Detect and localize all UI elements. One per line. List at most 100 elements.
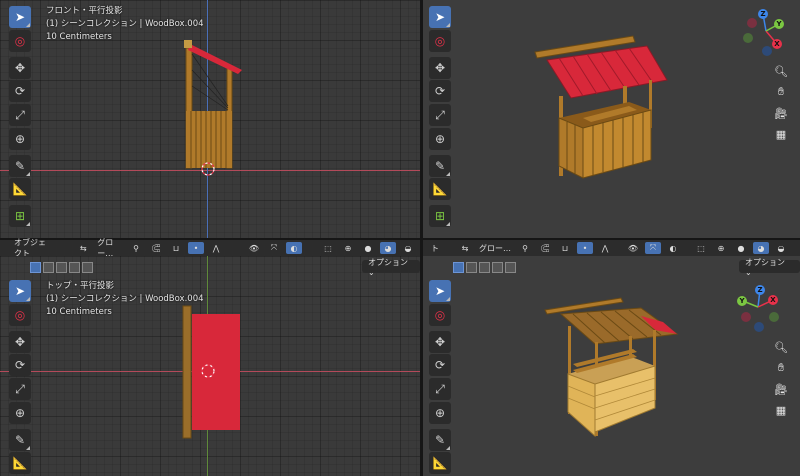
gizmo-z-axis[interactable]: Z [758, 9, 768, 19]
perspective-toggle-button[interactable]: ▦ [772, 401, 790, 419]
overlay-toggle-icon[interactable]: ◐ [286, 242, 302, 254]
camera-view-button[interactable]: 🎥︎ [772, 380, 790, 398]
proportional-edit-icon[interactable]: • [188, 242, 204, 254]
snap-target-icon[interactable]: ⊔ [168, 242, 184, 254]
measure-tool-button[interactable]: 📐 [9, 178, 31, 200]
cursor-tool-button[interactable]: ◎ [9, 304, 31, 326]
rendered-shading-icon[interactable]: ◒ [773, 242, 789, 254]
select-subtract-icon[interactable] [479, 261, 490, 273]
move-tool-button[interactable]: ✥ [9, 57, 31, 79]
annotate-tool-button[interactable]: ✎ [429, 155, 451, 177]
transform-tool-button[interactable]: ⊕ [9, 128, 31, 150]
viewport-perspective-top[interactable]: ➤ ◎ ✥ ⟳ ⤢ ⊕ ✎ 📐 ⊞ Z Y X 🔍︎ ✋︎ 🎥︎ ▦ [423, 0, 800, 238]
gizmo-y-axis[interactable]: Y [737, 296, 747, 306]
gizmo-x-axis[interactable]: X [768, 295, 778, 305]
measure-tool-button[interactable]: 📐 [429, 452, 451, 474]
navigation-gizmo[interactable]: Z Y X [741, 6, 791, 56]
snap-icon[interactable]: 🧲︎ [537, 242, 553, 254]
pan-button[interactable]: ✋︎ [772, 83, 790, 101]
scale-tool-button[interactable]: ⤢ [9, 378, 31, 400]
scale-tool-button[interactable]: ⤢ [9, 104, 31, 126]
transform-tool-button[interactable]: ⊕ [429, 402, 451, 424]
solid-shading-icon[interactable]: ● [733, 242, 749, 254]
gizmo-neg-x-axis[interactable] [741, 312, 751, 322]
select-tool-button[interactable]: ➤ [9, 280, 31, 302]
rotate-tool-button[interactable]: ⟳ [9, 354, 31, 376]
viewport-top-ortho[interactable]: オプション ⌄ トップ・平行投影 (1) シーンコレクション | WoodBox… [0, 256, 420, 476]
move-tool-button[interactable]: ✥ [429, 57, 451, 79]
pivot-icon[interactable]: ⚲ [517, 242, 533, 254]
falloff-icon[interactable]: ⋀ [208, 242, 224, 254]
annotate-tool-button[interactable]: ✎ [9, 429, 31, 451]
transform-tool-button[interactable]: ⊕ [429, 128, 451, 150]
move-tool-button[interactable]: ✥ [9, 331, 31, 353]
pan-button[interactable]: ✋︎ [772, 359, 790, 377]
gizmo-z-axis[interactable]: Z [755, 285, 765, 295]
rendered-shading-icon[interactable]: ◒ [400, 242, 416, 254]
select-tool-button[interactable]: ➤ [9, 6, 31, 28]
gizmo-y-axis[interactable]: Y [774, 19, 784, 29]
mode-dropdown[interactable]: オブジェクト [12, 238, 53, 258]
select-subtract-icon[interactable] [56, 261, 67, 273]
cursor-tool-button[interactable]: ◎ [9, 30, 31, 52]
material-shading-icon[interactable]: ◕ [380, 242, 396, 254]
select-intersect-icon[interactable] [505, 261, 516, 273]
proportional-edit-icon[interactable]: • [577, 242, 593, 254]
zoom-button[interactable]: 🔍︎ [772, 62, 790, 80]
rotate-tool-button[interactable]: ⟳ [429, 354, 451, 376]
orientation-dropdown[interactable]: グロー… [477, 242, 513, 254]
pivot-icon[interactable]: ⚲ [128, 242, 144, 254]
snap-icon[interactable]: 🧲︎ [148, 242, 164, 254]
zoom-button[interactable]: 🔍︎ [772, 338, 790, 356]
select-tool-button[interactable]: ➤ [429, 280, 451, 302]
orientation-dropdown[interactable]: グロー… [95, 238, 124, 258]
navigation-gizmo[interactable]: Z X Y [733, 282, 783, 332]
measure-tool-button[interactable]: 📐 [429, 178, 451, 200]
gizmo-neg-y-axis[interactable] [769, 312, 779, 322]
cursor-tool-button[interactable]: ◎ [429, 30, 451, 52]
move-tool-button[interactable]: ✥ [429, 331, 451, 353]
visibility-icon[interactable]: 👁︎ [625, 242, 641, 254]
measure-tool-button[interactable]: 📐 [9, 452, 31, 474]
select-extend-icon[interactable] [43, 261, 54, 273]
wireframe-shading-icon[interactable]: ⊕ [340, 242, 356, 254]
select-extend-icon[interactable] [466, 261, 477, 273]
solid-shading-icon[interactable]: ● [360, 242, 376, 254]
gizmo-toggle-icon[interactable]: ⤧ [645, 242, 661, 254]
gizmo-toggle-icon[interactable]: ⤧ [266, 242, 282, 254]
gizmo-neg-z-axis[interactable] [754, 322, 764, 332]
mode-dropdown[interactable]: ト [427, 242, 443, 254]
xray-toggle-icon[interactable]: ⬚ [693, 242, 709, 254]
snap-target-icon[interactable]: ⊔ [557, 242, 573, 254]
visibility-icon[interactable]: 👁︎ [246, 242, 262, 254]
gizmo-neg-z-axis[interactable] [762, 46, 772, 56]
cursor-tool-button[interactable]: ◎ [429, 304, 451, 326]
gizmo-x-axis[interactable]: X [772, 39, 782, 49]
material-shading-icon[interactable]: ◕ [753, 242, 769, 254]
viewport-perspective-bottom[interactable]: オプション ⌄ ➤ ◎ ✥ ⟳ ⤢ ⊕ ✎ 📐 Z X Y 🔍︎ ✋︎ 🎥︎ ▦ [423, 256, 800, 476]
scale-tool-button[interactable]: ⤢ [429, 104, 451, 126]
annotate-tool-button[interactable]: ✎ [9, 155, 31, 177]
transform-tool-button[interactable]: ⊕ [9, 402, 31, 424]
rotate-tool-button[interactable]: ⟳ [429, 80, 451, 102]
viewport-front-ortho[interactable]: フロント・平行投影 (1) シーンコレクション | WoodBox.004 10… [0, 0, 420, 238]
falloff-icon[interactable]: ⋀ [597, 242, 613, 254]
add-cube-tool-button[interactable]: ⊞ [429, 205, 451, 227]
select-invert-icon[interactable] [492, 261, 503, 273]
options-dropdown[interactable]: オプション ⌄ [739, 258, 800, 277]
select-new-icon[interactable] [453, 261, 464, 273]
rotate-tool-button[interactable]: ⟳ [9, 80, 31, 102]
xray-toggle-icon[interactable]: ⬚ [320, 242, 336, 254]
select-intersect-icon[interactable] [82, 261, 93, 273]
select-new-icon[interactable] [30, 261, 41, 273]
scale-tool-button[interactable]: ⤢ [429, 378, 451, 400]
camera-view-button[interactable]: 🎥︎ [772, 104, 790, 122]
gizmo-neg-y-axis[interactable] [743, 33, 753, 43]
options-dropdown[interactable]: オプション ⌄ [362, 258, 420, 277]
gizmo-neg-x-axis[interactable] [747, 18, 757, 28]
overlay-toggle-icon[interactable]: ◐ [665, 242, 681, 254]
select-invert-icon[interactable] [69, 261, 80, 273]
select-tool-button[interactable]: ➤ [429, 6, 451, 28]
perspective-toggle-button[interactable]: ▦ [772, 125, 790, 143]
add-cube-tool-button[interactable]: ⊞ [9, 205, 31, 227]
